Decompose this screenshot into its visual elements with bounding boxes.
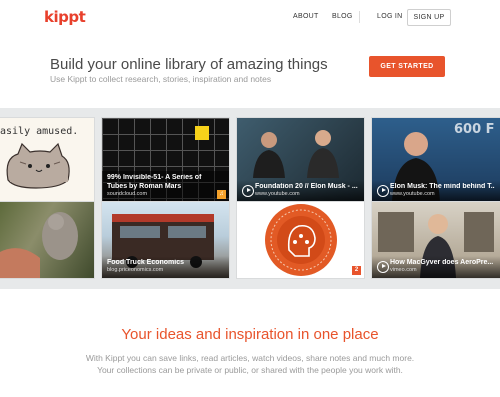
card-domain: www.youtube.com	[390, 191, 435, 197]
gallery-card-squirrel[interactable]	[0, 202, 94, 278]
gallery-card-food-truck[interactable]: Food Truck Economics blog.priceonomics.c…	[102, 202, 229, 278]
hero-title: Build your online library of amazing thi…	[50, 56, 328, 73]
card-title: Food Truck Economics	[107, 258, 185, 266]
card-domain: blog.priceonomics.com	[107, 267, 164, 273]
card-title: Elon Musk: The mind behind T...	[390, 182, 495, 190]
card-image: asily amused.	[0, 118, 94, 202]
kippt-logo[interactable]: kippt	[44, 8, 86, 26]
gallery-card-macgyver[interactable]: How MacGyver does AeroPre... vimeo.com	[372, 202, 500, 278]
card-domain: soundcloud.com	[107, 191, 148, 197]
gallery-card-elon-musk[interactable]: 600 F Elon Musk: The mind behind T... ww…	[372, 118, 500, 202]
section-text-line2: Your collections can be private or publi…	[97, 365, 403, 375]
signup-button[interactable]: SIGN UP	[407, 9, 451, 26]
nav-about-link[interactable]: ABOUT	[293, 13, 319, 20]
section-title: Your ideas and inspiration in one place	[121, 326, 379, 343]
nav-login-link[interactable]: LOG IN	[377, 13, 403, 20]
card-domain: www.youtube.com	[255, 191, 300, 197]
gallery-card-99-invisible[interactable]: 99% Invisible-51- A Series of Tubes by R…	[102, 118, 229, 202]
soundcloud-badge-icon: ♫	[217, 190, 226, 199]
card-title: 99% Invisible-51- A Series of Tubes by R…	[107, 174, 202, 190]
nav-blog-link[interactable]: BLOG	[332, 13, 353, 20]
section-text-line1: With Kippt you can save links, read arti…	[85, 353, 415, 363]
play-icon	[377, 185, 389, 197]
play-icon	[377, 261, 389, 273]
card-caption: How MacGyver does AeroPre... vimeo.com	[372, 255, 500, 278]
play-icon	[242, 185, 254, 197]
squirrel-photo	[0, 212, 78, 278]
card-caption: Food Truck Economics blog.priceonomics.c…	[102, 255, 229, 278]
card-badge: 2	[352, 266, 361, 275]
card-title: How MacGyver does AeroPre...	[390, 258, 494, 266]
cat-illustration	[6, 142, 70, 189]
card-image	[237, 202, 364, 278]
nav-divider	[359, 11, 360, 23]
singularity-seal-logo	[265, 204, 337, 276]
card-caption: Foundation 20 // Elon Musk - ... www.you…	[237, 179, 364, 202]
card-title: Foundation 20 // Elon Musk - ...	[255, 182, 358, 190]
hero-subtitle: Use Kippt to collect research, stories, …	[50, 74, 272, 84]
gallery-strip: asily amused. 99% Invisible-51- A Series…	[0, 108, 500, 289]
card-caption: 99% Invisible-51- A Series of Tubes by R…	[102, 171, 229, 202]
get-started-button[interactable]: GET STARTED	[369, 56, 445, 77]
card-image	[0, 202, 94, 278]
gallery-card-amused[interactable]: asily amused.	[0, 118, 94, 202]
card-caption: Elon Musk: The mind behind T... www.yout…	[372, 179, 500, 202]
gallery-card-foundation20[interactable]: Foundation 20 // Elon Musk - ... www.you…	[237, 118, 364, 202]
gallery-card-singularity[interactable]: 2	[237, 202, 364, 278]
site-header: kippt ABOUT BLOG LOG IN SIGN UP	[0, 0, 500, 36]
card-domain: vimeo.com	[390, 267, 417, 273]
yellow-square	[195, 126, 209, 140]
